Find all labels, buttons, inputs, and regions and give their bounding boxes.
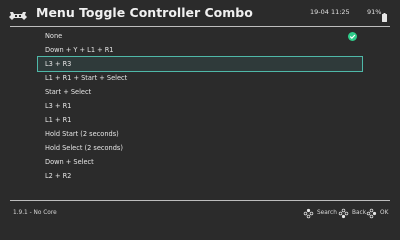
list-item-label: None [45, 32, 63, 40]
list-item-none[interactable]: None [38, 29, 362, 43]
list-item-label: L3 + R1 [45, 102, 72, 110]
page-title: Menu Toggle Controller Combo [36, 5, 253, 20]
list-item-label: L3 + R3 [45, 60, 72, 68]
ok-button[interactable]: OK [366, 207, 388, 219]
list-item-label: Start + Select [45, 88, 92, 96]
retroarch-logo-icon [8, 7, 28, 20]
list-item-label: Down + Y + L1 + R1 [45, 46, 114, 54]
ok-label: OK [380, 210, 389, 216]
search-button[interactable]: Search [303, 207, 337, 219]
list-item-label: L2 + R2 [45, 172, 72, 180]
battery-icon [382, 7, 387, 22]
list-item-label: Down + Select [45, 158, 94, 166]
clock: 19-04 11:25 [310, 8, 350, 16]
list-item-label: L1 + R1 [45, 116, 72, 124]
list-item[interactable]: Start + Select [38, 85, 362, 99]
list-item[interactable]: Hold Start (2 seconds) [38, 127, 362, 141]
gamepad-button-icon [366, 208, 377, 219]
list-item[interactable]: Hold Select (2 seconds) [38, 141, 362, 155]
core-status: 1.9.1 - No Core [13, 210, 57, 216]
list-item-label: Hold Select (2 seconds) [45, 144, 123, 152]
header-divider [10, 26, 390, 27]
list-item[interactable]: L1 + R1 [38, 113, 362, 127]
list-item-label: L1 + R1 + Start + Select [45, 74, 128, 82]
list-item[interactable]: L3 + R1 [38, 99, 362, 113]
battery-level: 91% [367, 8, 382, 16]
header-bar: Menu Toggle Controller Combo 19-04 11:25… [0, 0, 400, 26]
footer-divider [10, 200, 390, 201]
back-button[interactable]: Back [338, 207, 366, 219]
list-item[interactable]: L1 + R1 + Start + Select [38, 71, 362, 85]
list-item-selected[interactable]: L3 + R3 [37, 56, 363, 72]
gamepad-button-icon [338, 208, 349, 219]
combo-option-list: None Down + Y + L1 + R1 L3 + R3 L1 + R1 … [37, 29, 363, 183]
back-label: Back [352, 210, 367, 216]
checkmark-icon [348, 32, 357, 41]
list-item[interactable]: Down + Select [38, 155, 362, 169]
search-label: Search [317, 210, 337, 216]
gamepad-button-icon [303, 208, 314, 219]
list-item[interactable]: L2 + R2 [38, 169, 362, 183]
list-item-label: Hold Start (2 seconds) [45, 130, 119, 138]
list-item[interactable]: Down + Y + L1 + R1 [38, 43, 362, 57]
